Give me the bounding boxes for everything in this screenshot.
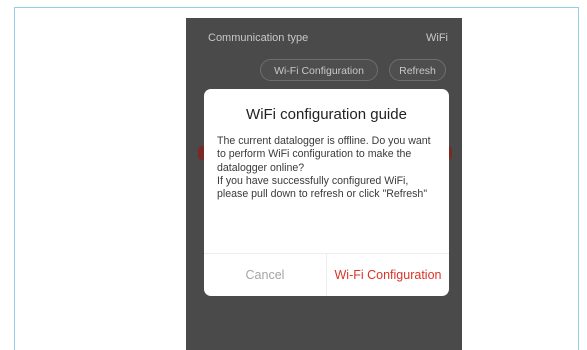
background-refresh-button: Refresh xyxy=(389,59,446,81)
communication-type-label: Communication type xyxy=(208,32,309,44)
dialog-message: The current datalogger is offline. Do yo… xyxy=(217,135,439,201)
dialog-title: WiFi configuration guide xyxy=(246,106,407,123)
cancel-button[interactable]: Cancel xyxy=(204,254,326,296)
dialog-message-refresh-hint: If you have successfully configured WiFi… xyxy=(217,174,428,201)
wifi-configuration-button[interactable]: Wi-Fi Configuration xyxy=(327,254,449,296)
background-wifi-configuration-button: Wi-Fi Configuration xyxy=(260,59,378,81)
communication-type-value: WiFi xyxy=(426,32,448,44)
dialog-message-offline: The current datalogger is offline. Do yo… xyxy=(217,135,431,174)
communication-type-row: Communication type WiFi xyxy=(186,30,462,48)
wifi-configuration-dialog: WiFi configuration guide The current dat… xyxy=(204,89,449,296)
